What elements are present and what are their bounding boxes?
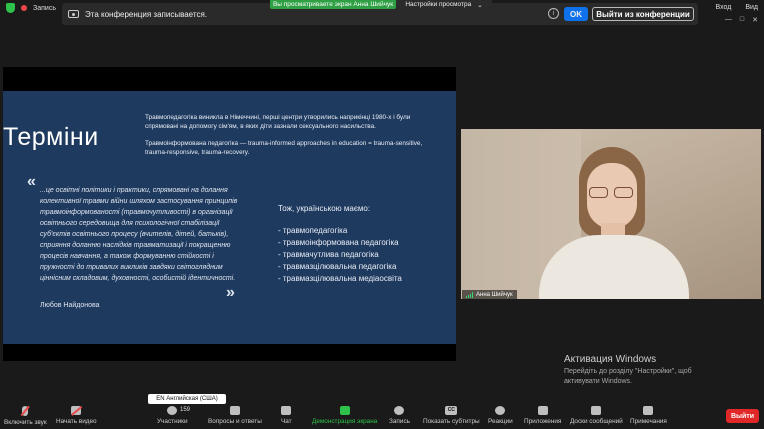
apps-label: Приложения bbox=[524, 418, 562, 425]
leave-meeting-button[interactable]: Выйти из конференции bbox=[592, 7, 694, 21]
participants-icon bbox=[167, 406, 178, 415]
quote-open-mark: « bbox=[27, 173, 36, 190]
cc-icon: CC bbox=[445, 406, 458, 415]
info-icon[interactable]: i bbox=[548, 8, 559, 19]
share-screen-icon bbox=[339, 406, 350, 415]
share-screen-label: Демонстрация экрана bbox=[312, 418, 378, 425]
show-subtitles-button[interactable]: CC Показать субтитры bbox=[423, 402, 480, 425]
reactions-label: Реакции bbox=[488, 418, 513, 425]
activation-text: Перейдіть до розділу "Настройки", щоб ак… bbox=[564, 368, 692, 385]
zoom-window: Запись Эта конференция записывается. i O… bbox=[0, 0, 764, 429]
chevron-down-icon: ⌄ bbox=[477, 1, 483, 9]
window-controls: — □ ✕ bbox=[725, 16, 758, 24]
ua-terms-heading: Тож, українською маємо: bbox=[278, 204, 371, 213]
record-button[interactable]: Запись bbox=[389, 402, 410, 425]
whiteboard-label: Доски сообщений bbox=[570, 418, 623, 425]
participants-count: 159 bbox=[180, 407, 191, 413]
view-options-button[interactable]: Настройки просмотра ⌄ bbox=[396, 0, 492, 9]
list-item: - травмопедагогіка bbox=[278, 226, 348, 235]
record-label: Запись bbox=[389, 418, 410, 425]
notes-icon bbox=[643, 406, 654, 415]
presentation-slide: Терміни Травмопедагогіка виникла в Німеч… bbox=[3, 91, 456, 344]
close-icon[interactable]: ✕ bbox=[752, 16, 758, 24]
ok-button[interactable]: OK bbox=[564, 7, 588, 21]
view-options-label: Настройки просмотра bbox=[405, 1, 472, 8]
apps-button[interactable]: Приложения bbox=[524, 402, 561, 425]
login-button[interactable]: Вход bbox=[715, 4, 731, 11]
ua-terms-list: - травмопедагогіка - травмоінформована п… bbox=[278, 225, 402, 285]
emoji-icon bbox=[495, 406, 506, 415]
activation-title: Активация Windows bbox=[564, 354, 657, 365]
participants-label: Участники bbox=[157, 418, 188, 425]
list-item: - травмачутлива педагогіка bbox=[278, 250, 379, 259]
notes-label: Примечания bbox=[630, 418, 667, 425]
whiteboard-icon bbox=[591, 406, 602, 415]
recording-notice-text: Эта конференция записывается. bbox=[85, 9, 207, 19]
participant-name: Анна Шийчук bbox=[476, 291, 513, 298]
recording-label: Запись bbox=[33, 4, 56, 12]
unmute-label: Включить звук bbox=[4, 419, 47, 426]
quote-author: Любов Найдонова bbox=[40, 302, 100, 309]
slide-paragraph-definition: Травмоінформована педагогіка — trauma-in… bbox=[145, 140, 423, 156]
subtitles-label: Показать субтитры bbox=[423, 418, 480, 425]
record-icon bbox=[394, 406, 405, 415]
camera-off-icon bbox=[71, 406, 82, 415]
unmute-button[interactable]: Включить звук bbox=[4, 402, 47, 426]
top-right-controls: Вход Вид bbox=[715, 4, 758, 11]
apps-icon bbox=[537, 406, 548, 415]
slide-paragraph-history: Травмопедагогіка виникла в Німеччині, пе… bbox=[145, 114, 411, 130]
start-video-label: Начать видео bbox=[56, 418, 97, 425]
whiteboard-button[interactable]: Доски сообщений bbox=[570, 402, 623, 425]
list-item: - травмоінформована педагогіка bbox=[278, 238, 399, 247]
qa-label: Вопросы и ответы bbox=[208, 418, 262, 425]
windows-activation-watermark: Активация Windows Перейдіть до розділу "… bbox=[564, 354, 714, 387]
reactions-button[interactable]: Реакции bbox=[488, 402, 513, 425]
glasses-icon bbox=[589, 187, 635, 199]
list-item: - травмазцілювальна педагогіка bbox=[278, 262, 397, 271]
maximize-icon[interactable]: □ bbox=[740, 16, 744, 24]
participant-video-tile[interactable] bbox=[461, 129, 761, 299]
language-popup[interactable]: EN Английская (США) bbox=[148, 394, 226, 404]
exit-button[interactable]: Выйти bbox=[726, 409, 759, 423]
participants-button[interactable]: Участники bbox=[157, 402, 188, 425]
start-video-button[interactable]: Начать видео bbox=[56, 402, 97, 425]
quote-close-mark: » bbox=[226, 284, 235, 301]
view-button[interactable]: Вид bbox=[745, 4, 758, 11]
chat-label: Чат bbox=[281, 418, 292, 425]
qa-icon bbox=[229, 406, 240, 415]
camera-icon bbox=[68, 10, 79, 18]
notes-button[interactable]: Примечания bbox=[630, 402, 667, 425]
recording-indicator: Запись bbox=[6, 3, 56, 13]
viewing-screen-banner: Вы просматриваете экран Анна Шийчук bbox=[270, 0, 396, 9]
meeting-toolbar: Включить звук Начать видео Участники Воп… bbox=[0, 402, 764, 429]
slide-title: Терміни bbox=[3, 123, 99, 151]
record-dot-icon bbox=[21, 5, 27, 11]
list-item: - травмазцілювальна медіаосвіта bbox=[278, 274, 402, 283]
chat-button[interactable]: Чат bbox=[281, 402, 292, 425]
slide-quote: ...це освітні політики і практики, спрям… bbox=[40, 187, 238, 282]
microphone-muted-icon bbox=[22, 406, 29, 416]
participant-name-tag: Анна Шийчук bbox=[462, 290, 517, 299]
qa-button[interactable]: Вопросы и ответы bbox=[208, 402, 262, 425]
chat-icon bbox=[281, 406, 292, 415]
shield-icon bbox=[6, 3, 15, 13]
minimize-icon[interactable]: — bbox=[725, 16, 732, 24]
signal-bars-icon bbox=[466, 291, 473, 298]
share-screen-button[interactable]: Демонстрация экрана bbox=[312, 402, 377, 425]
